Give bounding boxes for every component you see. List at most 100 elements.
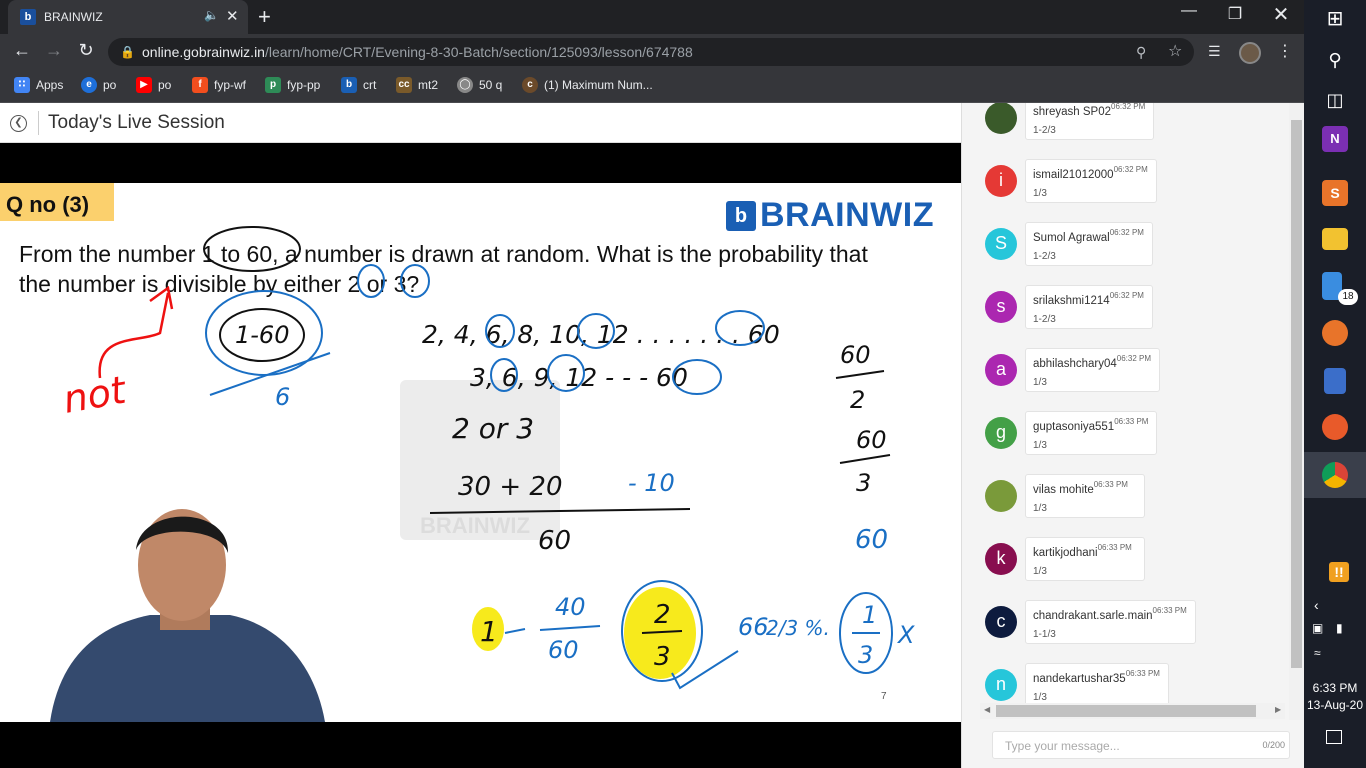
hw-blue-underline bbox=[209, 352, 331, 396]
hw-r60b: 60 bbox=[856, 426, 887, 454]
media-control-icon[interactable]: ☰ bbox=[1208, 43, 1221, 60]
page-header: ❮ Today's Live Session bbox=[0, 103, 961, 143]
user-initial-avatar: a bbox=[985, 354, 1017, 386]
chat-input-placeholder: Type your message... bbox=[1005, 739, 1120, 753]
chat-message: s srilakshmi121406:32 PM 1-2/3 bbox=[985, 285, 1285, 337]
figma-icon: f bbox=[192, 77, 208, 93]
pdf-icon: p bbox=[265, 77, 281, 93]
onenote-icon[interactable]: N bbox=[1322, 126, 1348, 152]
windows-start-icon[interactable]: ⊞ bbox=[1316, 0, 1354, 38]
address-bar[interactable]: 🔒 online.gobrainwiz.in/learn/home/CRT/Ev… bbox=[108, 38, 1194, 66]
bookmark-fyp-wf[interactable]: f fyp-wf bbox=[192, 77, 246, 93]
alert-icon[interactable]: !! bbox=[1329, 562, 1349, 582]
bookmark-crt[interactable]: b crt bbox=[341, 77, 376, 93]
hw-pct: 66 bbox=[738, 613, 769, 641]
bookmark-maximum-num[interactable]: c (1) Maximum Num... bbox=[522, 77, 653, 93]
hw-red-arrowhead bbox=[149, 285, 174, 310]
hw-range: 1-60 bbox=[235, 321, 289, 349]
chat-message-input[interactable]: Type your message... 0/200 bbox=[992, 731, 1290, 759]
user-initial-avatar: c bbox=[985, 606, 1017, 638]
user-photo-avatar bbox=[985, 480, 1017, 512]
browser-tab-strip: b BRAINWIZ 🔈 ✕ + — ❐ ✕ bbox=[0, 0, 1304, 34]
hw-six: 6 bbox=[275, 383, 290, 411]
action-center-icon[interactable] bbox=[1326, 730, 1342, 744]
chat-scroll-thumb[interactable] bbox=[1291, 120, 1302, 668]
user-initial-avatar: g bbox=[985, 417, 1017, 449]
bookmark-fyp-pp[interactable]: p fyp-pp bbox=[265, 77, 320, 93]
menu-kebab-icon[interactable]: ⋮ bbox=[1277, 41, 1293, 61]
system-tray-icon[interactable]: ▣ bbox=[1312, 621, 1323, 635]
hw-r2: 2 bbox=[850, 386, 865, 414]
hw-one: 1 bbox=[480, 615, 498, 648]
brainwiz-icon: b bbox=[341, 77, 357, 93]
speaker-icon[interactable]: 🔈 bbox=[204, 8, 219, 22]
restore-icon[interactable]: ❐ bbox=[1212, 4, 1258, 24]
back-circle-icon[interactable]: ❮ bbox=[10, 115, 27, 132]
chevron-left-icon[interactable]: ‹ bbox=[1314, 597, 1319, 613]
hw-alt-num: 1 bbox=[862, 601, 877, 629]
media-player-icon[interactable] bbox=[1322, 320, 1348, 346]
chat-message: c chandrakant.sarle.main06:33 PM 1-1/3 bbox=[985, 600, 1285, 652]
header-divider bbox=[38, 111, 39, 135]
hw-r-bar2 bbox=[839, 454, 891, 464]
edge-icon: e bbox=[81, 77, 97, 93]
minimize-icon[interactable]: — bbox=[1166, 2, 1212, 20]
wifi-icon[interactable]: ≈ bbox=[1314, 646, 1321, 660]
scroll-left-arrow-icon[interactable]: ◀ bbox=[984, 705, 990, 714]
user-initial-avatar: k bbox=[985, 543, 1017, 575]
hw-red-arrow bbox=[98, 292, 170, 379]
file-explorer-icon[interactable] bbox=[1322, 228, 1348, 250]
system-clock[interactable]: 6:33 PM 13-Aug-20 bbox=[1304, 680, 1366, 714]
hw-oval-1-to-60 bbox=[203, 226, 301, 272]
hw-r-bar1 bbox=[835, 370, 885, 379]
sublime-icon[interactable]: S bbox=[1322, 180, 1348, 206]
hw-minus-line bbox=[504, 628, 526, 634]
reload-icon[interactable]: ↻ bbox=[74, 40, 98, 61]
close-tab-icon[interactable]: ✕ bbox=[226, 7, 239, 25]
page-title: Today's Live Session bbox=[48, 112, 225, 133]
forward-arrow-icon[interactable]: → bbox=[42, 40, 66, 61]
url-host: online.gobrainwiz.in bbox=[142, 44, 265, 60]
battery-icon[interactable]: ▮ bbox=[1336, 621, 1343, 635]
hw-r60a: 60 bbox=[840, 341, 871, 369]
cc-icon: cc bbox=[396, 77, 412, 93]
firefox-icon[interactable] bbox=[1322, 414, 1348, 440]
calculator-icon[interactable] bbox=[1324, 368, 1346, 394]
new-tab-button[interactable]: + bbox=[258, 4, 271, 30]
back-arrow-icon[interactable]: ← bbox=[10, 40, 34, 61]
chrome-icon[interactable] bbox=[1322, 462, 1348, 488]
chat-hscroll-thumb[interactable] bbox=[996, 705, 1256, 717]
hw-r60c: 60 bbox=[855, 525, 888, 555]
url-path: /learn/home/CRT/Evening-8-30-Batch/secti… bbox=[264, 44, 693, 60]
bookmark-star-icon[interactable]: ☆ bbox=[1168, 38, 1182, 66]
chat-message: shreyash SP0206:32 PM 1-2/3 bbox=[985, 103, 1285, 148]
hw-frac40: 40 bbox=[555, 593, 586, 621]
chat-message: k kartikjodhani06:33 PM 1/3 bbox=[985, 537, 1285, 589]
bookmark-mt2[interactable]: cc mt2 bbox=[396, 77, 438, 93]
search-icon[interactable]: ⚲ bbox=[1316, 41, 1354, 79]
brainwiz-favicon-icon: b bbox=[20, 9, 36, 25]
task-view-icon[interactable]: ◫ bbox=[1316, 81, 1354, 119]
hw-alt-den: 3 bbox=[858, 641, 873, 669]
presenter-video bbox=[50, 509, 325, 722]
bookmark-apps[interactable]: ∷ Apps bbox=[14, 77, 63, 93]
bookmark-50q[interactable]: ◯ 50 q bbox=[457, 77, 502, 93]
notification-count-badge: 18 bbox=[1338, 289, 1358, 305]
bookmark-po-1[interactable]: e po bbox=[81, 77, 116, 93]
slide-page-number: 7 bbox=[881, 691, 887, 702]
bookmarks-bar: ∷ Apps e po ▶ po f fyp-wf p fyp-pp b crt cc mt2… bbox=[0, 70, 1304, 103]
hw-fraction-bar bbox=[429, 508, 691, 514]
hw-minus: - 10 bbox=[628, 469, 675, 497]
chat-message: n nandekartushar3506:33 PM 1/3 bbox=[985, 663, 1285, 703]
close-window-icon[interactable]: ✕ bbox=[1258, 2, 1304, 27]
browser-tab-brainwiz[interactable]: b BRAINWIZ 🔈 ✕ bbox=[8, 0, 248, 34]
hw-pct-frac: 2/3 %. bbox=[766, 616, 830, 640]
user-initial-avatar: i bbox=[985, 165, 1017, 197]
scroll-right-arrow-icon[interactable]: ▶ bbox=[1275, 705, 1281, 714]
profile-avatar[interactable] bbox=[1239, 42, 1261, 64]
hw-two-or-three: 2 or 3 bbox=[452, 412, 534, 445]
key-icon[interactable]: ⚲ bbox=[1136, 38, 1146, 66]
youtube-icon: ▶ bbox=[136, 77, 152, 93]
bookmark-po-2[interactable]: ▶ po bbox=[136, 77, 171, 93]
char-counter: 0/200 bbox=[1262, 740, 1285, 750]
